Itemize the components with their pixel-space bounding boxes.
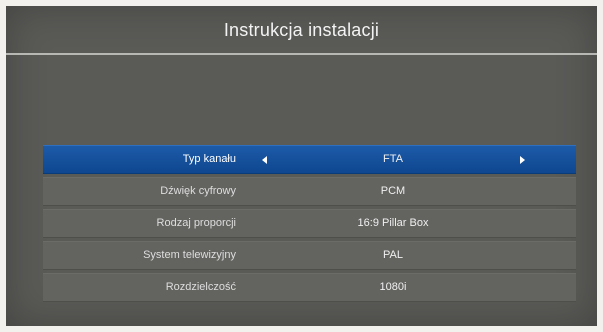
triangle-left-icon[interactable]: [262, 156, 267, 164]
settings-list: Typ kanału FTA Dźwięk cyfrowy PCM Rodzaj…: [43, 145, 576, 305]
setting-label: Rodzaj proporcji: [156, 217, 236, 229]
title-divider: [6, 53, 597, 55]
setting-row-digital-audio[interactable]: Dźwięk cyfrowy PCM: [43, 177, 576, 206]
setting-row-resolution[interactable]: Rozdzielczość 1080i: [43, 273, 576, 302]
setting-value: 1080i: [379, 281, 407, 293]
setting-label: Typ kanału: [182, 153, 236, 165]
setting-row-aspect-ratio[interactable]: Rodzaj proporcji 16:9 Pillar Box: [43, 209, 576, 238]
setting-row-channel-type[interactable]: Typ kanału FTA: [43, 145, 576, 174]
tv-screen: Instrukcja instalacji Typ kanału FTA Dźw…: [6, 6, 597, 326]
setting-value: PAL: [383, 249, 403, 261]
setting-row-tv-system[interactable]: System telewizyjny PAL: [43, 241, 576, 270]
setting-label: Dźwięk cyfrowy: [160, 185, 236, 197]
setting-value: PCM: [380, 185, 406, 197]
triangle-right-icon[interactable]: [520, 156, 525, 164]
setting-value: 16:9 Pillar Box: [357, 217, 429, 229]
page-title: Instrukcja instalacji: [223, 20, 380, 40]
setting-label: System telewizyjny: [143, 249, 236, 261]
title-bar: Instrukcja instalacji: [6, 6, 597, 49]
setting-value: FTA: [383, 153, 403, 165]
setting-label: Rozdzielczość: [165, 281, 236, 293]
